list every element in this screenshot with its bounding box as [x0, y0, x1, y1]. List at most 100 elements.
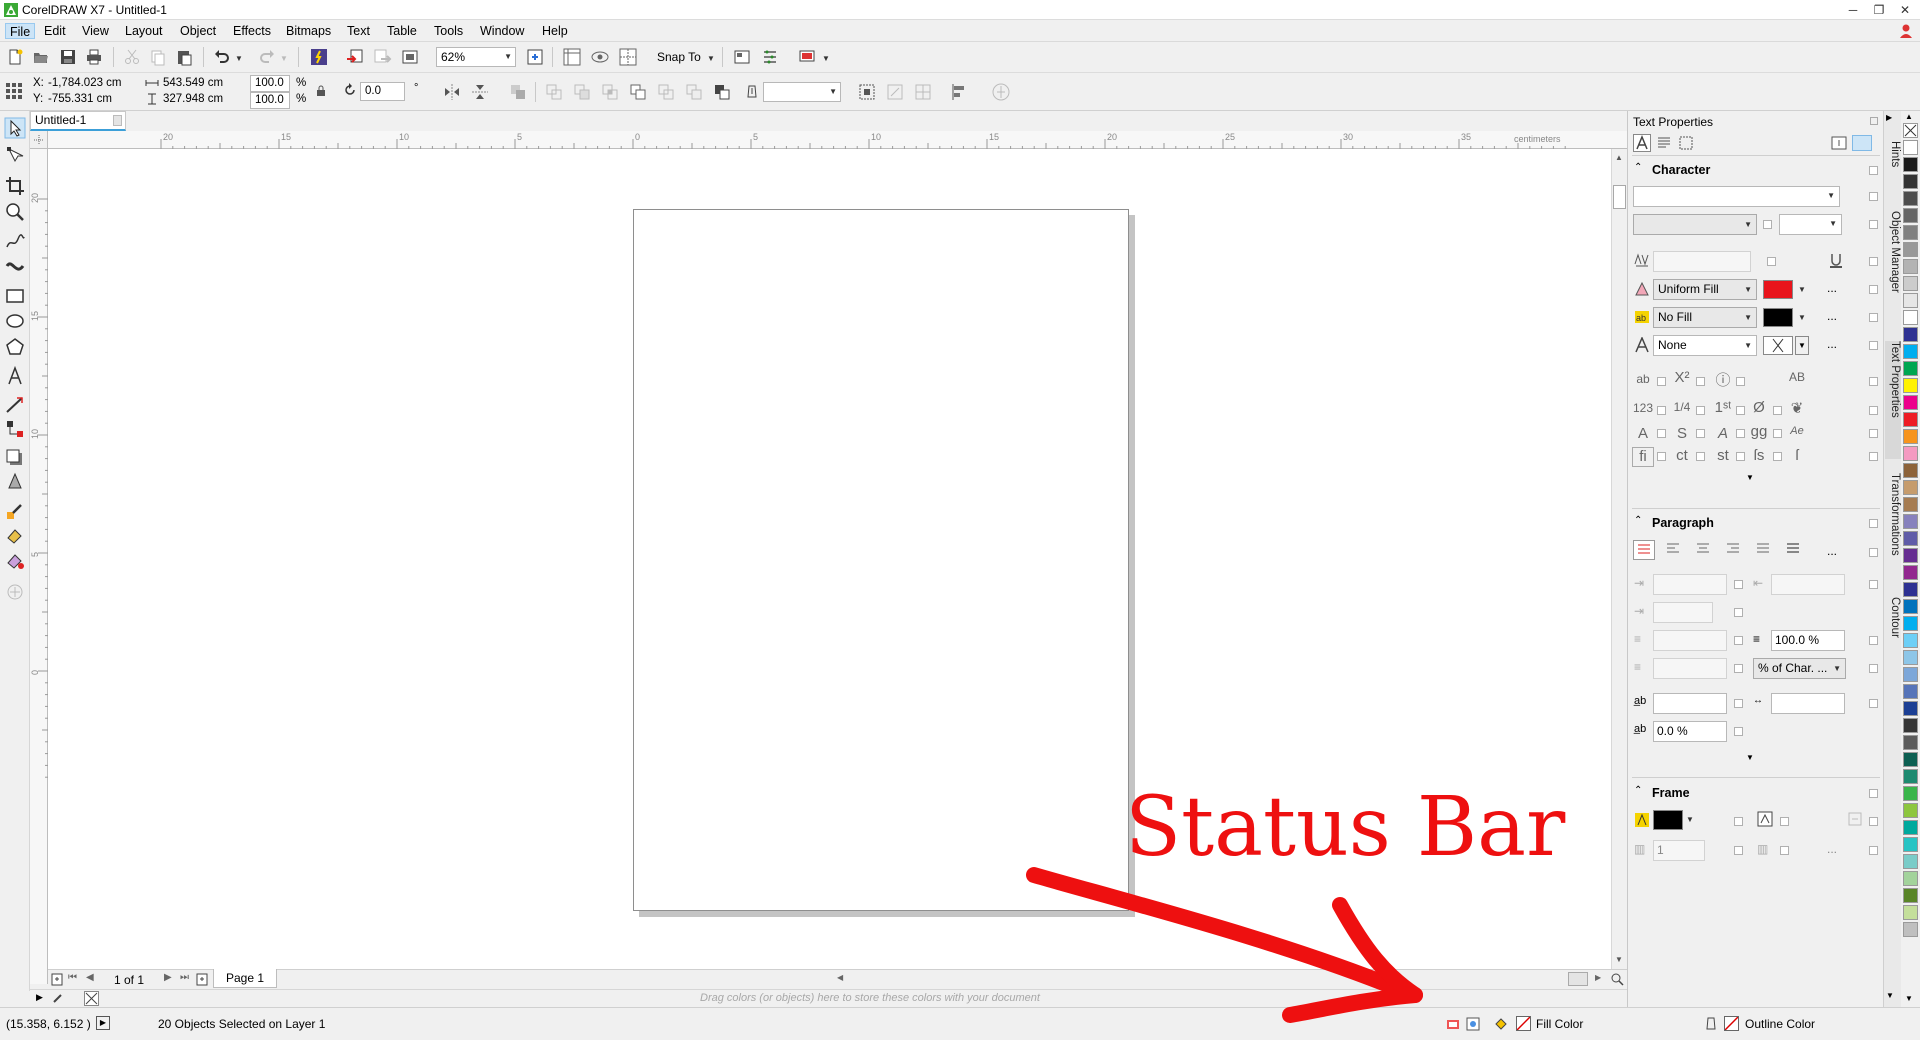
- scale-height-field[interactable]: 100.0: [250, 92, 290, 109]
- rotation-angle-field[interactable]: 0.0: [360, 82, 405, 101]
- columns-field[interactable]: 1: [1653, 840, 1705, 861]
- snap-to-label[interactable]: Snap To: [657, 50, 701, 64]
- stylistic-set-checkbox[interactable]: [1696, 429, 1705, 438]
- tray-eyedropper-icon[interactable]: [52, 992, 64, 1004]
- contextual-alternates-icon[interactable]: A: [1712, 425, 1734, 442]
- frame-more-checkbox[interactable]: [1869, 846, 1878, 855]
- align-icon[interactable]: [949, 82, 969, 102]
- font-style-dropdown[interactable]: ▼: [1633, 214, 1757, 235]
- swash-checkbox[interactable]: [1657, 429, 1666, 438]
- palette-swatch[interactable]: [1903, 854, 1918, 869]
- options-icon[interactable]: [760, 47, 780, 67]
- palette-swatch[interactable]: [1903, 327, 1918, 342]
- color-eyedropper-tool-icon[interactable]: [4, 500, 26, 522]
- frame-color-checkbox[interactable]: [1734, 817, 1743, 826]
- titling-alternates-checkbox[interactable]: [1869, 429, 1878, 438]
- freehand-tool-icon[interactable]: [4, 231, 26, 253]
- word-spacing-checkbox[interactable]: [1869, 699, 1878, 708]
- slashed-zero-checkbox[interactable]: [1773, 406, 1782, 415]
- palette-swatch[interactable]: [1903, 820, 1918, 835]
- tab-transformations[interactable]: Transformations: [1885, 473, 1901, 583]
- previous-page-icon[interactable]: ◀: [86, 972, 94, 983]
- snap-to-dropdown-icon[interactable]: ▼: [707, 54, 715, 63]
- drop-shadow-tool-icon[interactable]: [4, 447, 26, 469]
- menu-window[interactable]: Window: [476, 23, 528, 39]
- historical-ligatures-checkbox[interactable]: [1736, 452, 1745, 461]
- vertical-alignment-checkbox[interactable]: [1780, 817, 1789, 826]
- spacing-unit-checkbox[interactable]: [1869, 664, 1878, 673]
- vertical-alignment-icon[interactable]: [1757, 811, 1773, 827]
- fill-type-dropdown[interactable]: Uniform Fill ▼: [1653, 279, 1757, 300]
- palette-swatch[interactable]: [1903, 599, 1918, 614]
- export-icon[interactable]: [372, 47, 392, 67]
- outline-width-field[interactable]: ▼: [763, 82, 841, 102]
- long-s-icon[interactable]: ſ: [1786, 447, 1808, 464]
- line-spacing-field[interactable]: 100.0 %: [1771, 630, 1845, 651]
- swash-icon[interactable]: A: [1632, 425, 1654, 442]
- left-indent-checkbox[interactable]: [1734, 580, 1743, 589]
- vertical-scrollbar[interactable]: ▲ ▼: [1611, 149, 1627, 969]
- palette-swatch[interactable]: [1903, 684, 1918, 699]
- parallel-dimension-tool-icon[interactable]: [4, 394, 26, 416]
- outline-checkbox[interactable]: [1869, 341, 1878, 350]
- intersect-icon[interactable]: [600, 82, 620, 102]
- palette-scroll-up-icon[interactable]: ▲: [1905, 112, 1913, 121]
- ruler-origin-corner[interactable]: [30, 131, 48, 149]
- palette-swatch[interactable]: [1903, 242, 1918, 257]
- right-indent-field[interactable]: [1771, 574, 1845, 595]
- palette-swatch[interactable]: [1903, 412, 1918, 427]
- lock-ratio-icon[interactable]: [316, 85, 326, 97]
- font-list-field[interactable]: ▼: [1633, 186, 1840, 207]
- mirror-horizontal-icon[interactable]: [442, 82, 462, 102]
- font-size-dropdown-icon[interactable]: ▼: [1829, 219, 1837, 228]
- font-size-field[interactable]: ▼: [1779, 214, 1842, 235]
- force-justify-icon[interactable]: [1785, 542, 1801, 556]
- create-boundary-icon[interactable]: [712, 82, 732, 102]
- palette-swatch[interactable]: [1903, 701, 1918, 716]
- palette-swatch[interactable]: [1903, 208, 1918, 223]
- horizontal-scroll-left-icon[interactable]: ◀: [837, 973, 843, 982]
- opentype-info-checkbox[interactable]: [1736, 377, 1745, 386]
- fractions-checkbox[interactable]: [1696, 406, 1705, 415]
- collapse-frame-icon[interactable]: ⌃: [1634, 785, 1642, 796]
- convert-to-curves-icon[interactable]: [885, 82, 905, 102]
- long-s-checkbox[interactable]: [1869, 452, 1878, 461]
- alignment-checkbox[interactable]: [1869, 548, 1878, 557]
- underline-checkbox[interactable]: [1869, 257, 1878, 266]
- background-fill-dropdown-icon[interactable]: ▼: [1744, 308, 1752, 327]
- outline-color-swatch[interactable]: [1724, 1016, 1739, 1031]
- uppercase-icon[interactable]: ab: [1632, 372, 1654, 386]
- palette-swatch[interactable]: [1903, 514, 1918, 529]
- superscript-icon[interactable]: X²: [1671, 369, 1693, 386]
- tray-options-icon[interactable]: ▶: [36, 992, 43, 1003]
- discretionary-ligatures-icon[interactable]: ct: [1671, 447, 1693, 464]
- rectangle-tool-icon[interactable]: [4, 285, 26, 307]
- space-after-checkbox[interactable]: [1734, 664, 1743, 673]
- docker-options-icon[interactable]: [1831, 136, 1847, 150]
- frame-section-checkbox[interactable]: [1869, 789, 1878, 798]
- scale-width-field[interactable]: 100.0: [250, 75, 290, 92]
- line-spacing-checkbox[interactable]: [1869, 636, 1878, 645]
- stylistic-set-icon[interactable]: S: [1671, 425, 1693, 442]
- docker-scroll-down-icon[interactable]: ▼: [1886, 991, 1894, 1000]
- column-settings-checkbox[interactable]: [1780, 846, 1789, 855]
- docker-close-icon[interactable]: [1870, 117, 1878, 125]
- menu-bitmaps[interactable]: Bitmaps: [282, 23, 335, 39]
- all-caps-checkbox[interactable]: [1869, 377, 1878, 386]
- justify-icon[interactable]: [1755, 542, 1771, 556]
- font-size-checkbox[interactable]: [1869, 220, 1878, 229]
- frame-settings-checkbox[interactable]: [1869, 817, 1878, 826]
- minimize-button[interactable]: ─: [1840, 0, 1866, 20]
- palette-swatch[interactable]: [1903, 463, 1918, 478]
- background-color-picker[interactable]: [1763, 308, 1793, 327]
- first-line-indent-field[interactable]: [1653, 602, 1713, 623]
- palette-swatch[interactable]: [1903, 888, 1918, 903]
- palette-swatch[interactable]: [1903, 667, 1918, 682]
- redo-dropdown-icon[interactable]: ▼: [280, 54, 288, 63]
- status-options-icon[interactable]: ▶: [96, 1016, 110, 1030]
- align-center-icon[interactable]: [1695, 542, 1711, 556]
- paragraph-tab-icon[interactable]: [1656, 135, 1672, 151]
- color-settings-icon[interactable]: [1466, 1017, 1480, 1031]
- back-minus-front-icon[interactable]: [684, 82, 704, 102]
- close-button[interactable]: ✕: [1892, 0, 1918, 20]
